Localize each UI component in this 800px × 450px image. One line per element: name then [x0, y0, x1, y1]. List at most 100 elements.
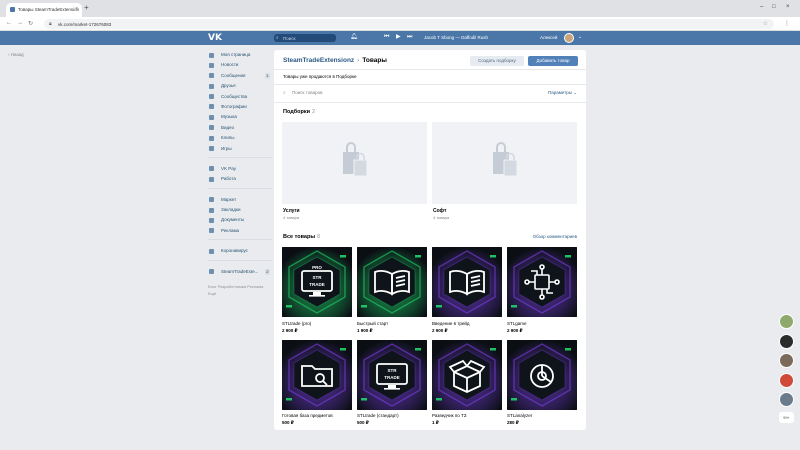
product-card[interactable] — [357, 247, 427, 317]
back-arrow-icon[interactable]: ← — [6, 20, 12, 26]
header-search-input[interactable]: ⌕ Поиск — [274, 34, 336, 42]
product-name[interactable]: STLgame — [507, 321, 527, 326]
sidebar-item-games[interactable]: Игры — [208, 144, 272, 154]
minimize-icon[interactable]: – — [760, 4, 763, 10]
address-bar[interactable]: 🔒︎ vk.com/market-172676083 ☆ — [44, 19, 774, 29]
sidebar-item-vkpay[interactable]: VK Pay — [208, 164, 272, 174]
monitor-str-label: STR — [388, 368, 398, 373]
product-card[interactable]: PRO STR TRADE — [282, 247, 352, 317]
browser-tab[interactable]: Товары SteamTradeExtension × — [6, 3, 82, 17]
prev-track-icon[interactable]: ⏮︎ — [384, 34, 389, 41]
product-image — [507, 340, 577, 410]
new-tab-icon[interactable]: + — [84, 4, 89, 12]
close-window-icon[interactable]: × — [786, 4, 790, 10]
contact-avatar[interactable] — [779, 353, 794, 368]
product-card[interactable] — [282, 340, 352, 410]
briefcase-icon — [209, 176, 214, 182]
product-image — [432, 340, 502, 410]
sidebar-item-ads[interactable]: Реклама — [208, 226, 272, 236]
product-card[interactable] — [432, 340, 502, 410]
sidebar-divider — [208, 259, 272, 267]
sidebar-item-documents[interactable]: Документы — [208, 215, 272, 225]
lock-icon: 🔒︎ — [49, 21, 52, 27]
chevron-right-icon: › — [357, 57, 360, 64]
sidebar-item-video[interactable]: Видео — [208, 123, 272, 133]
sidebar-item-clips[interactable]: Клипы — [208, 133, 272, 143]
sidebar-item-jobs[interactable]: Работа — [208, 174, 272, 184]
next-track-icon[interactable]: ⏭︎ — [407, 34, 412, 41]
sidebar-item-group[interactable]: SteamTradeExte... 2 — [208, 267, 272, 277]
album-name[interactable]: Софт — [433, 208, 446, 214]
tab-title: Товары SteamTradeExtension — [18, 7, 80, 12]
chevron-down-icon: ⌄ — [573, 90, 577, 95]
chevron-down-icon[interactable]: ⌄ — [578, 34, 582, 40]
vk-header: VK ⌕ Поиск 🔔︎ ⏮︎ ▶ ⏭︎ Jacob T Sbong — Da… — [0, 31, 800, 45]
product-image: STR TRADE — [357, 340, 427, 410]
sidebar-item-coronavirus[interactable]: Коронавирус — [208, 246, 272, 256]
contact-avatar[interactable] — [779, 392, 794, 407]
sidebar-item-photos[interactable]: Фотографии — [208, 102, 272, 112]
more-chats-button[interactable]: 99+ — [779, 411, 794, 423]
contact-avatar[interactable] — [779, 314, 794, 329]
sidebar-item-messages[interactable]: Сообщения 1 — [208, 71, 272, 81]
product-card[interactable] — [432, 247, 502, 317]
browser-menu-icon[interactable]: ⋮ — [784, 20, 790, 27]
sidebar-item-label: Маркет — [221, 196, 237, 202]
user-name[interactable]: Алексей — [540, 35, 557, 40]
product-search-input[interactable]: ⌕ Поиск товаров — [283, 90, 322, 96]
sidebar-item-my-page[interactable]: Моя страница — [208, 50, 272, 60]
album-card[interactable] — [432, 122, 577, 204]
maximize-icon[interactable]: □ — [772, 4, 776, 10]
album-card[interactable] — [282, 122, 427, 204]
product-name[interactable]: Разведчик по ТЗ — [432, 413, 466, 418]
comments-link[interactable]: Обзор комментариев — [533, 234, 577, 239]
sidebar-divider — [208, 239, 272, 246]
product-name[interactable]: STLanalyzer — [507, 413, 532, 418]
monitor-str-label: STR — [313, 275, 323, 280]
breadcrumb-group-link[interactable]: SteamTradeExtensionz — [283, 57, 354, 64]
sidebar-item-label: Моя страница — [221, 52, 251, 57]
product-name[interactable]: STLtrade (pro) — [282, 321, 311, 326]
product-name[interactable]: Быстрый старт — [357, 321, 388, 326]
contact-avatar[interactable] — [779, 333, 794, 349]
user-avatar[interactable] — [564, 33, 574, 43]
vk-logo-icon[interactable]: VK — [208, 33, 222, 43]
albums-title: Подборки 2 — [283, 109, 315, 115]
sidebar-item-news[interactable]: Новости — [208, 60, 272, 70]
sidebar-item-label: Клипы — [221, 135, 235, 141]
sidebar-item-bookmarks[interactable]: Закладки — [208, 205, 272, 215]
now-playing-text[interactable]: Jacob T Sbong — Daffodil Rush — [424, 35, 488, 40]
product-price: 2 900 ₽ — [282, 328, 298, 333]
product-name[interactable]: STLtrade (стандарт) — [357, 413, 399, 418]
product-name[interactable]: Готовая база предметов — [282, 413, 333, 418]
product-card[interactable] — [507, 340, 577, 410]
monitor-pro-label: PRO — [312, 265, 322, 270]
product-card[interactable]: STR TRADE — [357, 340, 427, 410]
product-price: 1 ₽ — [432, 420, 439, 425]
sidebar-item-friends[interactable]: Друзья — [208, 81, 272, 91]
address-text: vk.com/market-172676083 — [58, 21, 112, 27]
reload-icon[interactable]: ↻ — [28, 20, 33, 27]
info-icon — [209, 248, 214, 254]
album-name[interactable]: Услуги — [283, 208, 300, 214]
back-link[interactable]: ‹ Назад — [8, 52, 24, 57]
create-album-button[interactable]: Создать подборку — [470, 56, 524, 66]
product-name[interactable]: Введение в трейд — [432, 321, 469, 326]
market-panel: SteamTradeExtensionz › Товары Создать подб… — [274, 50, 586, 430]
sidebar-item-market[interactable]: Маркет — [208, 195, 272, 205]
bookmark-star-icon[interactable]: ☆ — [763, 20, 768, 27]
close-tab-icon[interactable]: × — [75, 6, 78, 12]
sidebar-footer-links[interactable]: Блог Разработчикам Реклама Ещё — [208, 283, 268, 297]
sidebar-item-communities[interactable]: Сообщества — [208, 92, 272, 102]
product-card[interactable] — [507, 247, 577, 317]
params-dropdown[interactable]: Параметры ⌄ — [548, 90, 577, 96]
contact-avatar[interactable] — [779, 372, 794, 388]
sidebar-item-label: Друзья — [221, 83, 236, 89]
forward-arrow-icon[interactable]: → — [17, 20, 23, 26]
sidebar-item-music[interactable]: Музыка — [208, 112, 272, 122]
back-link-label: Назад — [10, 52, 24, 57]
sidebar-item-label: VK Pay — [221, 165, 237, 171]
add-product-button[interactable]: Добавить товар — [528, 56, 578, 66]
play-icon[interactable]: ▶ — [396, 34, 401, 41]
bell-icon[interactable]: 🔔︎ — [350, 34, 358, 41]
